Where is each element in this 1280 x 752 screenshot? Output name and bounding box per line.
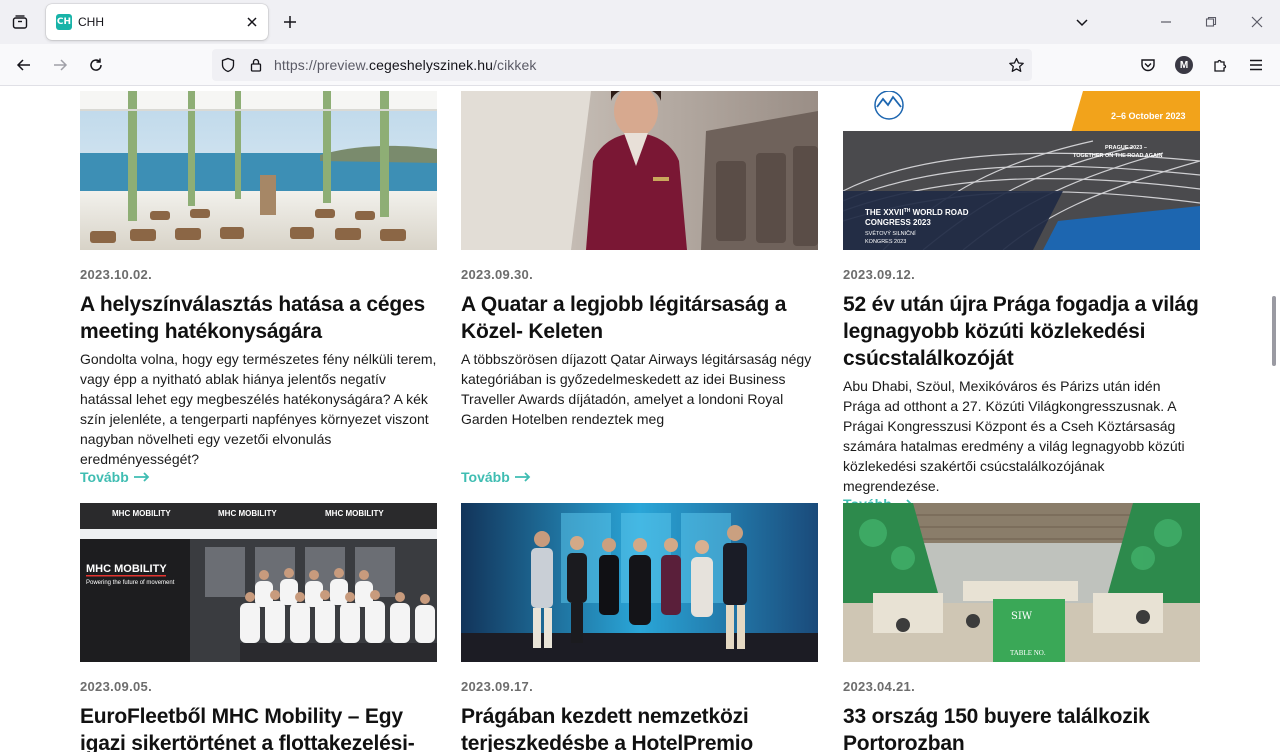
article-card: 2023.09.17. Prágában kezdett nemzetközi … [461,503,818,752]
read-more-link[interactable]: Tovább [461,469,531,485]
truck-banner-sub: Powering the future of movement [86,580,175,586]
close-tab-button[interactable] [240,10,264,34]
forward-button[interactable] [46,51,74,79]
tab-bar: CH CHH [0,0,1280,44]
url-bar[interactable]: https://preview.cegeshelyszinek.hu/cikke… [212,49,1032,81]
chevron-down-icon [1076,19,1088,27]
close-window-button[interactable] [1243,8,1271,36]
article-date: 2023.04.21. [843,679,915,694]
lock-icon[interactable] [246,55,266,75]
article-excerpt: Gondolta volna, hogy egy természetes fén… [80,351,437,467]
page-content: 2023.10.02. A helyszínválasztás hatása a… [0,87,1266,752]
table-number-text: TABLE NO. [1010,649,1046,657]
site-favicon-icon: CH [56,14,72,30]
pocket-button[interactable] [1134,51,1162,79]
menu-button[interactable] [1242,51,1270,79]
reload-button[interactable] [82,51,110,79]
article-title[interactable]: 33 ország 150 buyere találkozik Portoroz… [843,703,1200,752]
read-more-link[interactable]: Tovább [80,469,150,485]
congress-name-2: WORLD ROAD [910,208,968,217]
forward-arrow-icon [54,59,68,71]
siw-sign-text: SIW [1011,611,1033,622]
article-card: SIW TABLE NO. 2023.04.21. 33 ország 150 … [843,503,1200,752]
banner-text: MHC MOBILITY [325,509,384,518]
article-date: 2023.09.05. [80,679,152,694]
tab-title: CHH [78,15,104,29]
banner-text: MHC MOBILITY [218,509,277,518]
article-card: 2023.10.02. A helyszínválasztás hatása a… [80,91,437,487]
article-image-hotelpremio-stage[interactable] [461,503,818,662]
svg-text:THE XXVIITH WORLD ROAD: THE XXVIITH WORLD ROAD [865,208,969,217]
minimize-icon [1161,21,1171,23]
article-title[interactable]: A helyszínválasztás hatása a céges meeti… [80,291,437,345]
congress-tagline-1: PRAGUE 2023 – [1105,145,1147,151]
article-excerpt: A többszörösen díjazott Qatar Airways lé… [461,351,812,427]
article-card: MHC MOBILITY MHC MOBILITY MHC MOBILITY M… [80,503,437,752]
restore-button[interactable] [1197,8,1225,36]
congress-tagline-2: TOGETHER ON THE ROAD AGAIN [1073,153,1163,159]
article-title[interactable]: A Quatar a legjobb légitársaság a Közel-… [461,291,818,345]
congress-name-1: THE XXVII [865,208,904,217]
article-image-meeting-room[interactable] [80,91,437,250]
puzzle-icon [1214,59,1227,72]
truck-banner-text: MHC MOBILITY [86,563,167,575]
tab-list-icon [12,15,28,29]
article-date: 2023.09.12. [843,267,915,282]
article-card: 2–6 October 2023 PRAGUE 2023 – TOGETHER … [843,91,1200,514]
article-image-flight-attendant[interactable] [461,91,818,250]
back-button[interactable] [10,51,38,79]
article-title[interactable]: 52 év után újra Prága fogadja a világ le… [843,291,1200,372]
banner-text: MHC MOBILITY [112,509,171,518]
reload-icon [90,58,102,71]
article-date: 2023.10.02. [80,267,152,282]
url-text[interactable]: https://preview.cegeshelyszinek.hu/cikke… [274,57,537,73]
arrow-right-icon [133,472,150,482]
minimize-button[interactable] [1152,8,1180,36]
pocket-icon [1141,59,1155,72]
congress-dates-text: 2–6 October 2023 [1111,111,1186,121]
navigation-toolbar: https://preview.cegeshelyszinek.hu/cikke… [0,44,1280,86]
active-tab[interactable]: CH CHH [46,4,268,40]
congress-cz-2: KONGRES 2023 [865,239,906,245]
article-image-siw-event-hall[interactable]: SIW TABLE NO. [843,503,1200,662]
restore-icon [1205,16,1217,27]
new-tab-button[interactable] [278,10,302,34]
close-window-icon [1251,16,1263,28]
page-scrollbar-thumb[interactable] [1272,296,1276,366]
article-excerpt: Abu Dhabi, Szöul, Mexikóváros és Párizs … [843,378,1185,494]
article-date: 2023.09.30. [461,267,533,282]
article-image-mhc-mobility[interactable]: MHC MOBILITY MHC MOBILITY MHC MOBILITY M… [80,503,437,662]
article-image-world-road-congress[interactable]: 2–6 October 2023 PRAGUE 2023 – TOGETHER … [843,91,1200,250]
article-title[interactable]: EuroFleetből MHC Mobility – Egy igazi si… [80,703,437,752]
tab-list-button[interactable] [8,10,32,34]
back-arrow-icon [16,59,30,71]
congress-cz-1: SVĚTOVÝ SILNIČNÍ [865,229,916,237]
article-date: 2023.09.17. [461,679,533,694]
hamburger-menu-icon [1250,59,1262,71]
list-all-tabs-button[interactable] [1068,8,1096,36]
arrow-right-icon [514,472,531,482]
account-button[interactable]: M [1170,51,1198,79]
account-avatar: M [1175,56,1193,74]
article-title[interactable]: Prágában kezdett nemzetközi terjeszkedés… [461,703,818,752]
congress-name-3: CONGRESS 2023 [865,218,931,227]
close-icon [247,17,257,27]
extensions-button[interactable] [1206,51,1234,79]
tracking-protection-shield-icon[interactable] [218,55,238,75]
plus-icon [284,16,296,28]
bookmark-star-icon[interactable] [1006,55,1026,75]
article-card: 2023.09.30. A Quatar a legjobb légitársa… [461,91,818,487]
